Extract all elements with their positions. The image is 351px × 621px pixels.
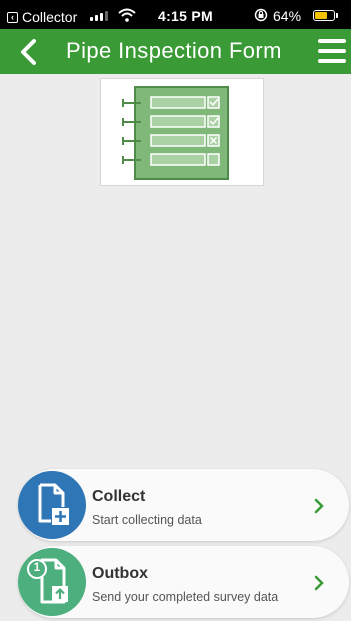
chevron-right-icon: [314, 575, 324, 591]
new-document-icon: [38, 483, 69, 525]
status-bar: ‹ Collector 4:15 PM 64%: [0, 0, 351, 29]
outbox-count-badge: 1: [33, 560, 41, 574]
hamburger-bar: [318, 49, 346, 53]
outbox-title: Outbox: [92, 565, 148, 582]
chevron-right-icon: [314, 498, 324, 514]
back-to-app-link[interactable]: ‹ Collector: [7, 9, 77, 25]
status-time: 4:15 PM: [158, 8, 214, 24]
collect-icon-circle: [18, 471, 86, 539]
hamburger-menu-icon: [318, 39, 346, 43]
outbox-subtitle: Send your completed survey data: [92, 590, 279, 604]
battery-icon: [313, 10, 338, 21]
battery-percent: 64%: [273, 8, 302, 24]
menu-button[interactable]: [318, 39, 346, 65]
form-checklist-icon: [122, 86, 229, 180]
wifi-icon: [118, 8, 136, 22]
app-header: Pipe Inspection Form: [0, 29, 351, 74]
outbox-button[interactable]: 1 Outbox Send your completed survey data: [18, 546, 349, 618]
cellular-signal-icon: [90, 11, 108, 21]
outbox-icon-circle: 1: [18, 548, 86, 616]
back-app-icon: ‹: [7, 11, 18, 23]
outbox-upload-icon: [27, 558, 68, 604]
collect-button[interactable]: Collect Start collecting data: [18, 469, 349, 541]
hamburger-bar: [318, 59, 346, 63]
collect-subtitle: Start collecting data: [92, 513, 202, 527]
survey-thumbnail: [100, 78, 264, 186]
battery-fill: [315, 12, 327, 19]
orientation-lock-icon: [254, 8, 268, 22]
back-app-label: Collector: [22, 9, 78, 25]
page-title: Pipe Inspection Form: [66, 38, 282, 63]
chevron-left-icon: [21, 39, 36, 65]
back-button[interactable]: [18, 38, 40, 66]
collect-title: Collect: [92, 488, 146, 505]
